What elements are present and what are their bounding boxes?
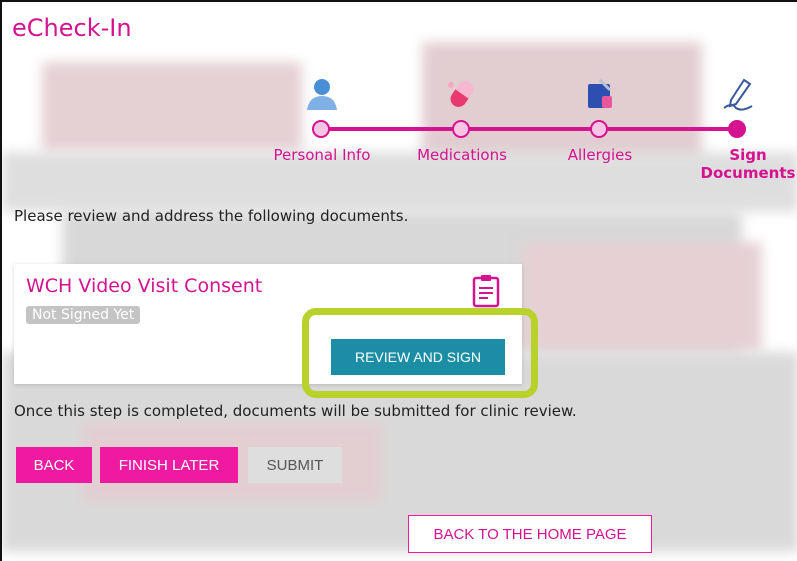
instructions-text: Please review and address the following …	[14, 207, 409, 225]
step-dot	[312, 120, 330, 138]
step-label: Personal Info	[273, 146, 371, 164]
submit-button[interactable]: SUBMIT	[248, 447, 342, 483]
checkin-stepper: Personal Info Medications Allergies Sign…	[262, 76, 797, 192]
step-dot-active	[728, 120, 746, 138]
status-badge: Not Signed Yet	[26, 306, 141, 324]
stepper-line	[320, 127, 738, 131]
app-title: eCheck-In	[12, 14, 132, 42]
step-label: Sign Documents	[700, 146, 796, 182]
pen-icon	[723, 78, 753, 111]
review-and-sign-button[interactable]: REVIEW AND SIGN	[331, 339, 505, 375]
step-label: Allergies	[567, 146, 633, 164]
back-to-home-button[interactable]: BACK TO THE HOME PAGE	[408, 515, 652, 553]
clipboard-icon	[472, 275, 500, 308]
person-icon	[307, 79, 337, 110]
back-button[interactable]: BACK	[16, 447, 92, 483]
document-title[interactable]: WCH Video Visit Consent	[26, 275, 262, 297]
step-label: Medications	[417, 146, 507, 164]
pill-icon	[448, 81, 474, 107]
finish-later-button[interactable]: FINISH LATER	[100, 447, 238, 483]
step-dot	[452, 120, 470, 138]
submission-note: Once this step is completed, documents w…	[14, 402, 577, 420]
step-dot	[590, 120, 608, 138]
echeckin-window: eCheck-In Personal Info Medications Alle…	[0, 0, 797, 561]
allergy-icon	[588, 78, 612, 108]
